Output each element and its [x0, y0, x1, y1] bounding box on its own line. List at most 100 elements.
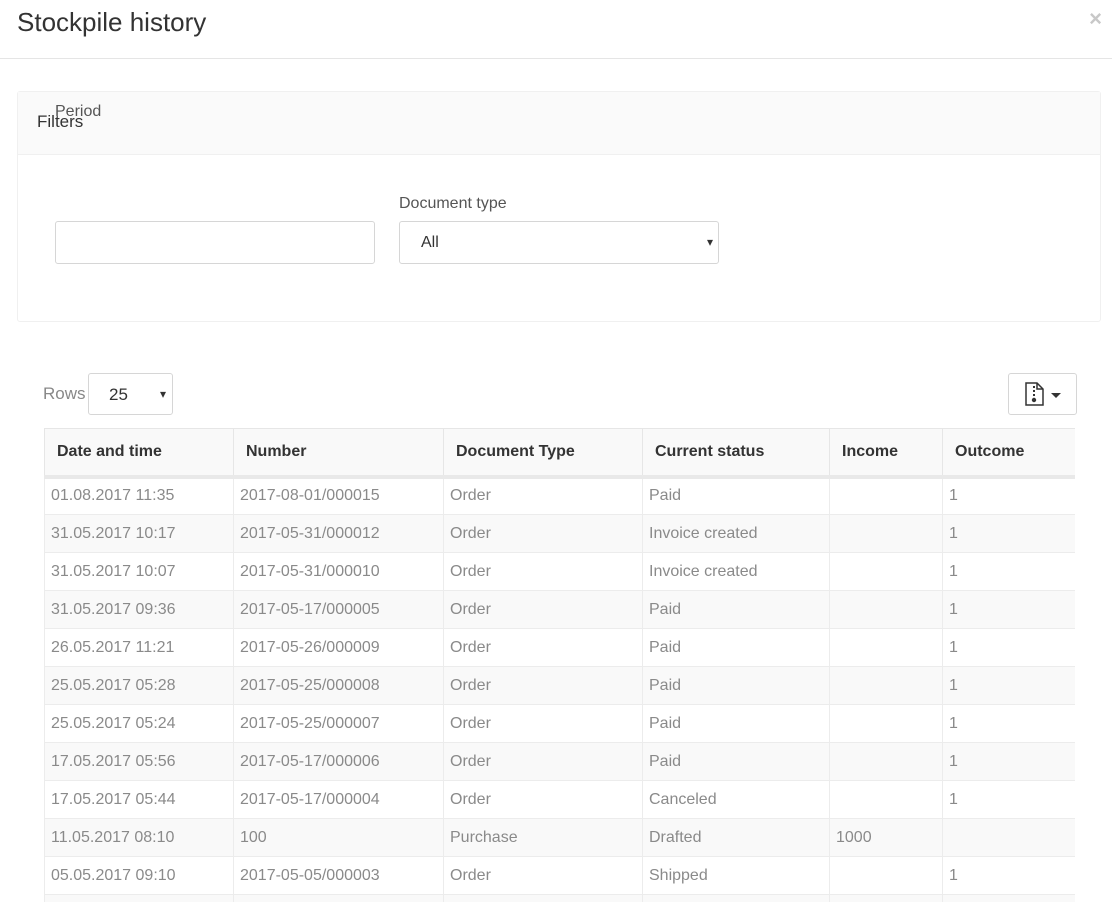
table-row: 17.05.2017 05:44 2017-05-17/000004 Order… [44, 780, 1075, 819]
column-header-document-type[interactable]: Document Type [443, 428, 643, 479]
cell-number: 2017-05-26/000009 [233, 628, 444, 667]
period-input[interactable] [55, 221, 375, 264]
cell-income [829, 780, 943, 819]
cell-document-type: Order [443, 856, 643, 895]
cell-document-type: Purchase [443, 818, 643, 857]
rows-per-page-select[interactable]: 25 ▾ [88, 373, 173, 415]
cell-outcome: 1 [942, 742, 1075, 781]
column-header-number[interactable]: Number [233, 428, 444, 479]
table-row: 26.05.2017 11:21 2017-05-26/000009 Order… [44, 628, 1075, 667]
history-table: Date and time Number Document Type Curre… [44, 428, 1075, 902]
cell-outcome: 1 [942, 666, 1075, 705]
column-header-income[interactable]: Income [829, 428, 943, 479]
cell-status [642, 894, 830, 902]
document-type-select[interactable]: All ▾ [399, 221, 719, 264]
cell-income [829, 856, 943, 895]
cell-number: 2017-05-17/000004 [233, 780, 444, 819]
cell-document-type: Order [443, 742, 643, 781]
table-row: 31.05.2017 09:36 2017-05-17/000005 Order… [44, 590, 1075, 629]
cell-document-type: Order [443, 514, 643, 553]
cell-date: 01.08.2017 11:35 [44, 476, 234, 515]
table-row: 25.05.2017 05:28 2017-05-25/000008 Order… [44, 666, 1075, 705]
chevron-down-icon: ▾ [159, 387, 166, 401]
file-zip-icon [1024, 382, 1046, 411]
rows-label: Rows [43, 384, 86, 403]
period-label: Period [55, 103, 102, 120]
filters-panel: Filters [17, 91, 1101, 322]
cell-number: 2017-05-25/000007 [233, 704, 444, 743]
cell-outcome: 1 [942, 628, 1075, 667]
cell-document-type: Order [443, 666, 643, 705]
cell-date: 17.05.2017 05:44 [44, 780, 234, 819]
cell-date: 31.05.2017 10:07 [44, 552, 234, 591]
cell-number: 100 [233, 818, 444, 857]
cell-status: Paid [642, 666, 830, 705]
rows-per-page-value: 25 [109, 385, 128, 404]
cell-document-type [443, 894, 643, 902]
table-row [44, 894, 1075, 902]
cell-status: Paid [642, 742, 830, 781]
cell-status: Paid [642, 476, 830, 515]
cell-outcome: 1 [942, 780, 1075, 819]
cell-document-type: Order [443, 628, 643, 667]
cell-status: Invoice created [642, 514, 830, 553]
cell-income [829, 590, 943, 629]
table-row: 05.05.2017 09:10 2017-05-05/000003 Order… [44, 856, 1075, 895]
cell-document-type: Order [443, 552, 643, 591]
caret-down-icon [1051, 393, 1061, 398]
cell-date: 17.05.2017 05:56 [44, 742, 234, 781]
export-button[interactable] [1008, 373, 1077, 415]
modal-title: Stockpile history [17, 7, 207, 37]
cell-income [829, 476, 943, 515]
cell-income [829, 514, 943, 553]
table-row: 17.05.2017 05:56 2017-05-17/000006 Order… [44, 742, 1075, 781]
table-row: 01.08.2017 11:35 2017-08-01/000015 Order… [44, 476, 1075, 515]
cell-outcome: 1 [942, 590, 1075, 629]
cell-income [829, 628, 943, 667]
filters-heading: Filters [18, 92, 1100, 155]
cell-date: 31.05.2017 09:36 [44, 590, 234, 629]
cell-date: 05.05.2017 09:10 [44, 856, 234, 895]
cell-number: 2017-05-31/000010 [233, 552, 444, 591]
cell-outcome [942, 818, 1075, 857]
table-row: 31.05.2017 10:07 2017-05-31/000010 Order… [44, 552, 1075, 591]
cell-status: Invoice created [642, 552, 830, 591]
cell-income [829, 742, 943, 781]
cell-status: Paid [642, 628, 830, 667]
cell-document-type: Order [443, 704, 643, 743]
table-header-row: Date and time Number Document Type Curre… [44, 428, 1075, 479]
cell-date: 31.05.2017 10:17 [44, 514, 234, 553]
column-header-date[interactable]: Date and time [44, 428, 234, 479]
cell-number: 2017-05-25/000008 [233, 666, 444, 705]
cell-outcome [942, 894, 1075, 902]
cell-income [829, 894, 943, 902]
cell-outcome: 1 [942, 476, 1075, 515]
cell-income [829, 552, 943, 591]
table-row: 11.05.2017 08:10 100 Purchase Drafted 10… [44, 818, 1075, 857]
table-row: 31.05.2017 10:17 2017-05-31/000012 Order… [44, 514, 1075, 553]
cell-status: Canceled [642, 780, 830, 819]
cell-status: Paid [642, 704, 830, 743]
cell-status: Paid [642, 590, 830, 629]
cell-number [233, 894, 444, 902]
cell-date: 26.05.2017 11:21 [44, 628, 234, 667]
cell-date [44, 894, 234, 902]
cell-number: 2017-05-05/000003 [233, 856, 444, 895]
cell-number: 2017-05-17/000005 [233, 590, 444, 629]
column-header-status[interactable]: Current status [642, 428, 830, 479]
cell-date: 25.05.2017 05:24 [44, 704, 234, 743]
cell-status: Drafted [642, 818, 830, 857]
column-header-outcome[interactable]: Outcome [942, 428, 1075, 479]
cell-income [829, 666, 943, 705]
cell-number: 2017-05-31/000012 [233, 514, 444, 553]
close-icon[interactable]: × [1089, 7, 1102, 31]
cell-outcome: 1 [942, 704, 1075, 743]
cell-date: 25.05.2017 05:28 [44, 666, 234, 705]
cell-number: 2017-08-01/000015 [233, 476, 444, 515]
document-type-value: All [421, 234, 439, 251]
cell-outcome: 1 [942, 856, 1075, 895]
document-type-label: Document type [399, 195, 507, 212]
table-row: 25.05.2017 05:24 2017-05-25/000007 Order… [44, 704, 1075, 743]
cell-document-type: Order [443, 590, 643, 629]
cell-number: 2017-05-17/000006 [233, 742, 444, 781]
